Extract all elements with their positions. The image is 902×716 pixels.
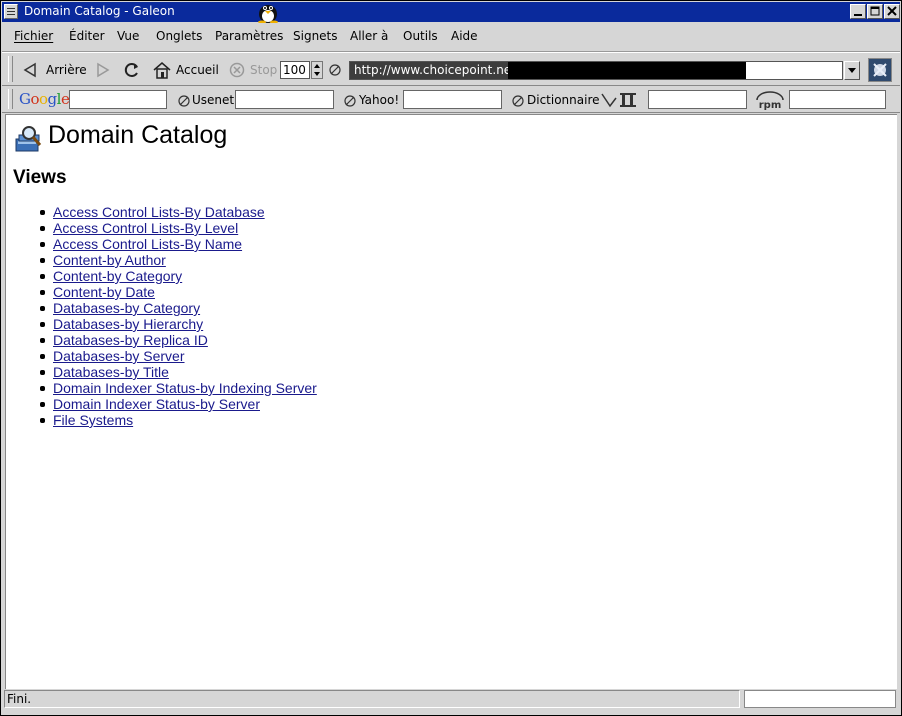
menu-bar: Fichier Éditer Vue Onglets Paramètres Si… <box>2 23 900 52</box>
status-bar: Fini. <box>2 689 900 713</box>
yahoo-search-input[interactable] <box>403 90 502 109</box>
list-item: Content-by Author <box>6 252 317 268</box>
home-icon[interactable] <box>152 60 172 80</box>
zoom-input[interactable]: 100 <box>280 61 310 79</box>
stop-icon[interactable] <box>229 62 245 78</box>
link-databases-by-replica-id[interactable]: Databases-by Replica ID <box>53 332 208 348</box>
list-item: Domain Indexer Status-by Server <box>6 396 317 412</box>
close-icon <box>887 6 897 16</box>
usenet-label: Usenet <box>192 93 235 107</box>
dictionary-logo-icon[interactable] <box>600 90 644 110</box>
reload-icon[interactable] <box>123 61 141 79</box>
search-toolbar-grip[interactable] <box>8 89 13 109</box>
link-acl-by-database[interactable]: Access Control Lists-By Database <box>53 204 265 220</box>
navigation-toolbar: Arrière Accueil Stop 100 http://www.choi… <box>2 52 900 86</box>
page-title: Domain Catalog <box>48 121 228 149</box>
link-databases-by-title[interactable]: Databases-by Title <box>53 364 169 380</box>
throbber-icon[interactable] <box>868 58 892 82</box>
forward-arrow-icon[interactable] <box>95 62 111 78</box>
page-content[interactable]: Domain Catalog Views Access Control List… <box>5 114 897 689</box>
list-item: Databases-by Replica ID <box>6 332 317 348</box>
maximize-button[interactable] <box>867 4 883 19</box>
views-list: Access Control Lists-By Database Access … <box>6 204 317 428</box>
menu-editer[interactable]: Éditer <box>69 29 105 43</box>
menu-parametres[interactable]: Paramètres <box>215 29 283 43</box>
window-menu-icon[interactable] <box>4 4 18 19</box>
link-content-by-date[interactable]: Content-by Date <box>53 284 155 300</box>
menu-fichier[interactable]: Fichier <box>14 29 53 43</box>
link-indexer-status-by-server[interactable]: Domain Indexer Status-by Server <box>53 396 260 412</box>
rpm-label: rpm <box>759 100 782 110</box>
menu-aller-a[interactable]: Aller à <box>350 29 388 43</box>
home-button[interactable]: Accueil <box>176 63 219 77</box>
window-title: Domain Catalog - Galeon <box>24 4 175 18</box>
link-acl-by-name[interactable]: Access Control Lists-By Name <box>53 236 242 252</box>
toolbar-grip[interactable] <box>8 56 13 82</box>
site-favicon-icon <box>329 64 341 76</box>
views-heading: Views <box>13 167 67 188</box>
menu-onglets[interactable]: Onglets <box>156 29 202 43</box>
dictionary-label: Dictionnaire <box>527 93 600 107</box>
chevron-down-icon <box>848 68 856 73</box>
url-history-dropdown[interactable] <box>844 61 860 80</box>
rpm-search-input[interactable] <box>789 90 886 109</box>
link-acl-by-level[interactable]: Access Control Lists-By Level <box>53 220 238 236</box>
list-item: Databases-by Title <box>6 364 317 380</box>
menu-outils[interactable]: Outils <box>403 29 438 43</box>
link-content-by-category[interactable]: Content-by Category <box>53 268 182 284</box>
usenet-search-icon[interactable] <box>177 94 191 108</box>
list-item: Databases-by Category <box>6 300 317 316</box>
link-file-systems[interactable]: File Systems <box>53 412 133 428</box>
menu-aide[interactable]: Aide <box>451 29 478 43</box>
google-search-input[interactable] <box>69 90 167 109</box>
usenet-search-input[interactable] <box>235 90 334 109</box>
status-text: Fini. <box>4 690 740 708</box>
status-progress <box>744 690 896 708</box>
redacted-url-portion <box>508 62 746 79</box>
list-item: Databases-by Server <box>6 348 317 364</box>
url-text: http://www.choicepoint.net/c <box>350 62 508 79</box>
maximize-icon <box>870 6 880 16</box>
menu-signets[interactable]: Signets <box>293 29 338 43</box>
list-item: Access Control Lists-By Database <box>6 204 317 220</box>
zoom-stepper[interactable] <box>311 61 323 79</box>
back-arrow-icon[interactable] <box>22 62 38 78</box>
stop-button[interactable]: Stop <box>250 63 277 77</box>
rpm-logo-icon[interactable]: rpm <box>754 90 786 110</box>
google-logo[interactable]: Google <box>19 90 70 108</box>
link-content-by-author[interactable]: Content-by Author <box>53 252 166 268</box>
link-databases-by-category[interactable]: Databases-by Category <box>53 300 200 316</box>
list-item: Access Control Lists-By Level <box>6 220 317 236</box>
close-button[interactable] <box>884 4 900 19</box>
url-input[interactable]: http://www.choicepoint.net/c <box>349 61 843 80</box>
list-item: Access Control Lists-By Name <box>6 236 317 252</box>
link-databases-by-hierarchy[interactable]: Databases-by Hierarchy <box>53 316 203 332</box>
list-item: Databases-by Hierarchy <box>6 316 317 332</box>
link-databases-by-server[interactable]: Databases-by Server <box>53 348 185 364</box>
list-item: Content-by Date <box>6 284 317 300</box>
back-button[interactable]: Arrière <box>46 63 87 77</box>
search-toolbar: Google Usenet Yahoo! Dictionnaire rpm <box>2 87 900 113</box>
minimize-icon <box>854 14 862 16</box>
title-bar[interactable]: Domain Catalog - Galeon <box>2 2 900 23</box>
domain-catalog-icon <box>15 126 42 152</box>
list-item: Domain Indexer Status-by Indexing Server <box>6 380 317 396</box>
spin-arrows-icon <box>314 64 320 76</box>
link-indexer-status-by-indexing-server[interactable]: Domain Indexer Status-by Indexing Server <box>53 380 317 396</box>
list-item: File Systems <box>6 412 317 428</box>
minimize-button[interactable] <box>850 4 866 19</box>
menu-vue[interactable]: Vue <box>117 29 139 43</box>
tux-penguin-icon <box>258 5 278 23</box>
browser-window: Domain Catalog - Galeon Fichier Éditer V… <box>0 0 902 716</box>
list-item: Content-by Category <box>6 268 317 284</box>
yahoo-label: Yahoo! <box>359 93 400 107</box>
dictionary-search-input[interactable] <box>648 90 747 109</box>
yahoo-search-icon[interactable] <box>343 94 357 108</box>
dictionary-search-icon[interactable] <box>511 94 525 108</box>
